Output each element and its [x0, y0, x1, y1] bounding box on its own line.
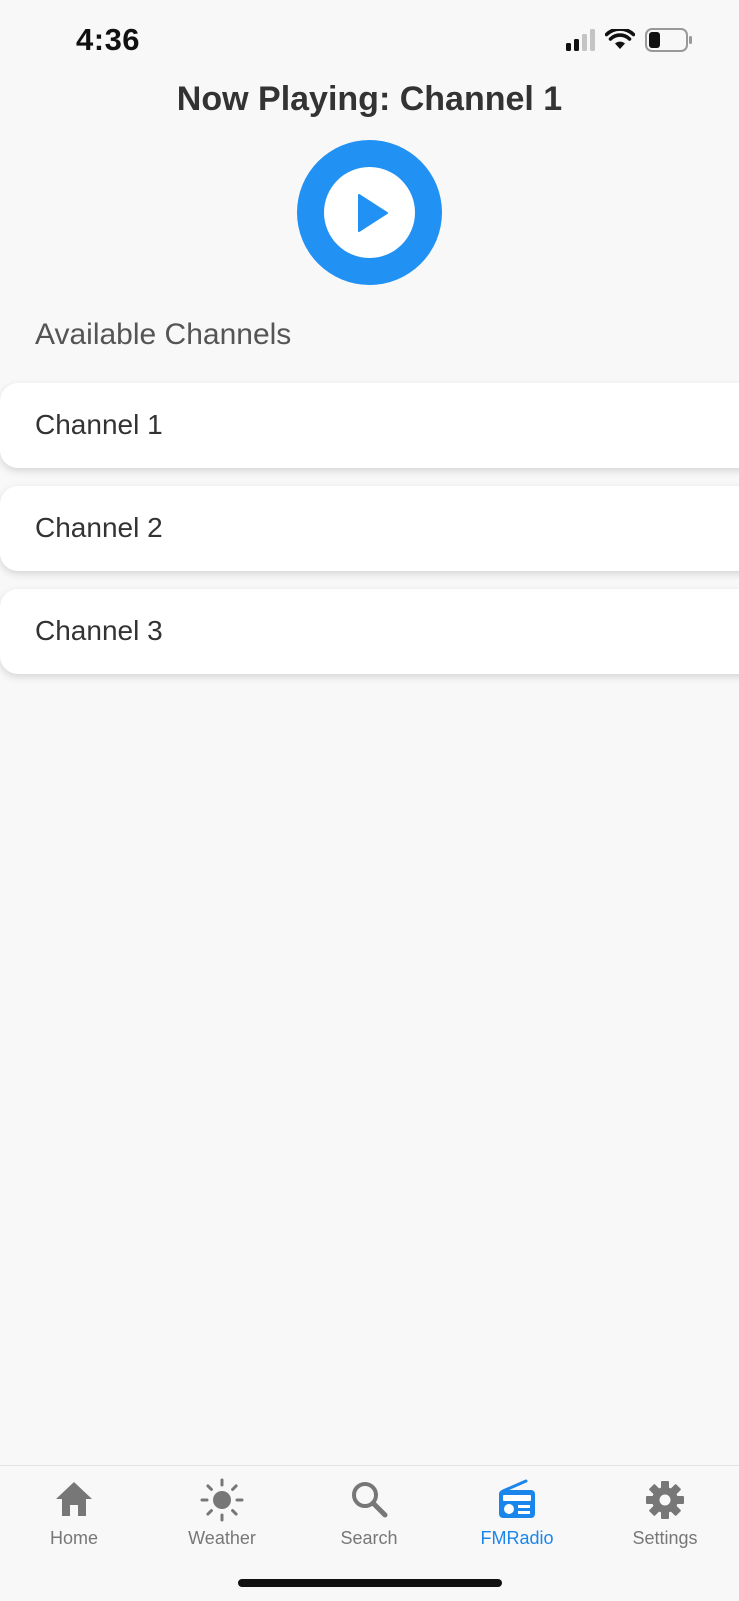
wifi-icon	[605, 29, 635, 49]
channel-item-2[interactable]: Channel 2	[0, 486, 739, 571]
tab-home[interactable]: Home	[0, 1466, 148, 1566]
play-button[interactable]	[297, 140, 442, 285]
channel-item-label: Channel 2	[35, 512, 163, 543]
tab-search[interactable]: Search	[295, 1466, 443, 1566]
tab-fmradio[interactable]: FMRadio	[443, 1466, 591, 1566]
tab-label: Search	[340, 1528, 398, 1548]
battery-icon	[645, 28, 692, 52]
channel-list: Channel 1 Channel 2 Channel 3	[0, 383, 739, 692]
status-icons	[566, 28, 693, 52]
status-time: 4:36	[76, 22, 141, 57]
tab-settings[interactable]: Settings	[591, 1466, 739, 1566]
play-icon	[358, 194, 388, 232]
tab-label: Home	[49, 1528, 98, 1548]
tab-label: Settings	[632, 1528, 698, 1548]
home-indicator	[238, 1579, 502, 1587]
tab-label: FMRadio	[480, 1528, 554, 1548]
play-button-inner	[324, 167, 415, 258]
tab-weather[interactable]: Weather	[148, 1466, 296, 1566]
channel-item-1[interactable]: Channel 1	[0, 383, 739, 468]
channel-item-label: Channel 1	[35, 409, 163, 440]
search-icon	[352, 1482, 388, 1518]
radio-icon	[499, 1479, 535, 1518]
channel-item-label: Channel 3	[35, 615, 163, 646]
available-channels-title: Available Channels	[35, 318, 292, 351]
tab-label: Weather	[188, 1528, 256, 1548]
sun-icon	[200, 1478, 244, 1522]
home-icon	[56, 1482, 92, 1516]
gear-icon	[646, 1481, 684, 1519]
channel-item-3[interactable]: Channel 3	[0, 589, 739, 674]
now-playing-title: Now Playing: Channel 1	[176, 80, 563, 118]
cellular-signal-icon	[566, 29, 595, 51]
status-bar: 4:36	[0, 0, 739, 80]
